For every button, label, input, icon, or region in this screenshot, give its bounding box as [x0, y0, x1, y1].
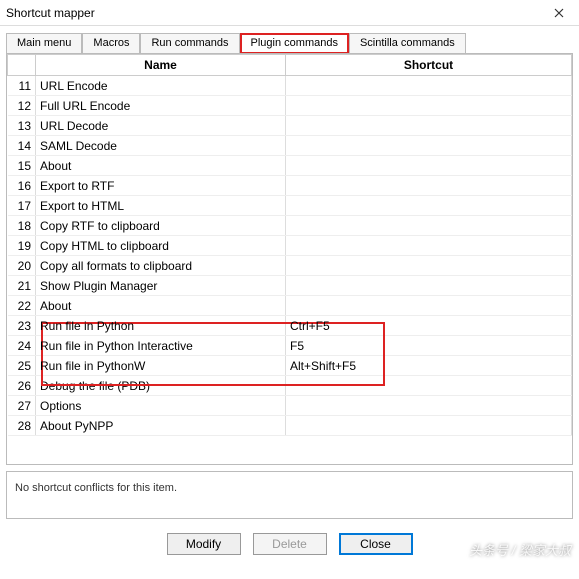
row-shortcut — [286, 296, 572, 316]
table-row[interactable]: 13URL Decode — [8, 116, 572, 136]
row-num: 14 — [8, 136, 36, 156]
row-num: 28 — [8, 416, 36, 436]
tab-macros[interactable]: Macros — [82, 33, 140, 54]
row-num: 15 — [8, 156, 36, 176]
row-num: 25 — [8, 356, 36, 376]
row-name: Run file in PythonW — [36, 356, 286, 376]
tab-main-menu[interactable]: Main menu — [6, 33, 82, 54]
row-shortcut: F5 — [286, 336, 572, 356]
row-num: 20 — [8, 256, 36, 276]
row-name: About — [36, 156, 286, 176]
row-num: 27 — [8, 396, 36, 416]
table-row[interactable]: 24Run file in Python InteractiveF5 — [8, 336, 572, 356]
button-row: Modify Delete Close — [0, 525, 579, 555]
table-scroll[interactable]: Name Shortcut 11URL Encode12Full URL Enc… — [7, 54, 572, 464]
row-name: About PyNPP — [36, 416, 286, 436]
table-row[interactable]: 17Export to HTML — [8, 196, 572, 216]
table-row[interactable]: 15About — [8, 156, 572, 176]
table-row[interactable]: 18Copy RTF to clipboard — [8, 216, 572, 236]
row-num: 26 — [8, 376, 36, 396]
row-num: 24 — [8, 336, 36, 356]
row-num: 16 — [8, 176, 36, 196]
row-shortcut: Ctrl+F5 — [286, 316, 572, 336]
header-name[interactable]: Name — [36, 55, 286, 76]
header-shortcut[interactable]: Shortcut — [286, 55, 572, 76]
table-row[interactable]: 23Run file in PythonCtrl+F5 — [8, 316, 572, 336]
shortcut-table: Name Shortcut 11URL Encode12Full URL Enc… — [7, 54, 572, 436]
row-num: 13 — [8, 116, 36, 136]
row-name: Full URL Encode — [36, 96, 286, 116]
row-name: SAML Decode — [36, 136, 286, 156]
row-shortcut — [286, 76, 572, 96]
tab-scintilla-commands[interactable]: Scintilla commands — [349, 33, 466, 54]
table-row[interactable]: 14SAML Decode — [8, 136, 572, 156]
row-shortcut — [286, 196, 572, 216]
row-num: 12 — [8, 96, 36, 116]
row-shortcut — [286, 276, 572, 296]
table-row[interactable]: 25Run file in PythonWAlt+Shift+F5 — [8, 356, 572, 376]
tab-run-commands[interactable]: Run commands — [140, 33, 239, 54]
shortcut-table-container: Name Shortcut 11URL Encode12Full URL Enc… — [6, 53, 573, 465]
table-row[interactable]: 16Export to RTF — [8, 176, 572, 196]
row-name: Show Plugin Manager — [36, 276, 286, 296]
row-num: 21 — [8, 276, 36, 296]
row-shortcut — [286, 136, 572, 156]
table-row[interactable]: 12Full URL Encode — [8, 96, 572, 116]
tab-plugin-commands[interactable]: Plugin commands — [240, 33, 349, 54]
row-shortcut — [286, 396, 572, 416]
close-icon[interactable] — [539, 2, 579, 24]
row-name: URL Decode — [36, 116, 286, 136]
row-num: 23 — [8, 316, 36, 336]
row-num: 22 — [8, 296, 36, 316]
conflicts-panel: No shortcut conflicts for this item. — [6, 471, 573, 519]
row-name: About — [36, 296, 286, 316]
row-name: URL Encode — [36, 76, 286, 96]
modify-button[interactable]: Modify — [167, 533, 241, 555]
table-row[interactable]: 28About PyNPP — [8, 416, 572, 436]
row-name: Export to RTF — [36, 176, 286, 196]
row-shortcut — [286, 236, 572, 256]
close-button[interactable]: Close — [339, 533, 413, 555]
window-title: Shortcut mapper — [6, 6, 95, 20]
header-num[interactable] — [8, 55, 36, 76]
row-num: 18 — [8, 216, 36, 236]
row-num: 17 — [8, 196, 36, 216]
row-name: Options — [36, 396, 286, 416]
row-name: Copy all formats to clipboard — [36, 256, 286, 276]
row-shortcut — [286, 256, 572, 276]
table-row[interactable]: 19Copy HTML to clipboard — [8, 236, 572, 256]
row-shortcut — [286, 116, 572, 136]
table-row[interactable]: 27Options — [8, 396, 572, 416]
delete-button: Delete — [253, 533, 327, 555]
row-name: Run file in Python Interactive — [36, 336, 286, 356]
row-name: Debug the file (PDB) — [36, 376, 286, 396]
row-shortcut — [286, 156, 572, 176]
table-row[interactable]: 22About — [8, 296, 572, 316]
row-shortcut — [286, 376, 572, 396]
row-num: 11 — [8, 76, 36, 96]
tabs: Main menu Macros Run commands Plugin com… — [0, 26, 579, 53]
row-name: Copy HTML to clipboard — [36, 236, 286, 256]
table-row[interactable]: 11URL Encode — [8, 76, 572, 96]
row-shortcut — [286, 176, 572, 196]
row-shortcut — [286, 216, 572, 236]
row-num: 19 — [8, 236, 36, 256]
row-shortcut: Alt+Shift+F5 — [286, 356, 572, 376]
row-shortcut — [286, 416, 572, 436]
row-shortcut — [286, 96, 572, 116]
table-row[interactable]: 21Show Plugin Manager — [8, 276, 572, 296]
table-row[interactable]: 26Debug the file (PDB) — [8, 376, 572, 396]
row-name: Copy RTF to clipboard — [36, 216, 286, 236]
row-name: Export to HTML — [36, 196, 286, 216]
titlebar: Shortcut mapper — [0, 0, 579, 26]
conflicts-message: No shortcut conflicts for this item. — [15, 482, 177, 494]
table-row[interactable]: 20Copy all formats to clipboard — [8, 256, 572, 276]
row-name: Run file in Python — [36, 316, 286, 336]
